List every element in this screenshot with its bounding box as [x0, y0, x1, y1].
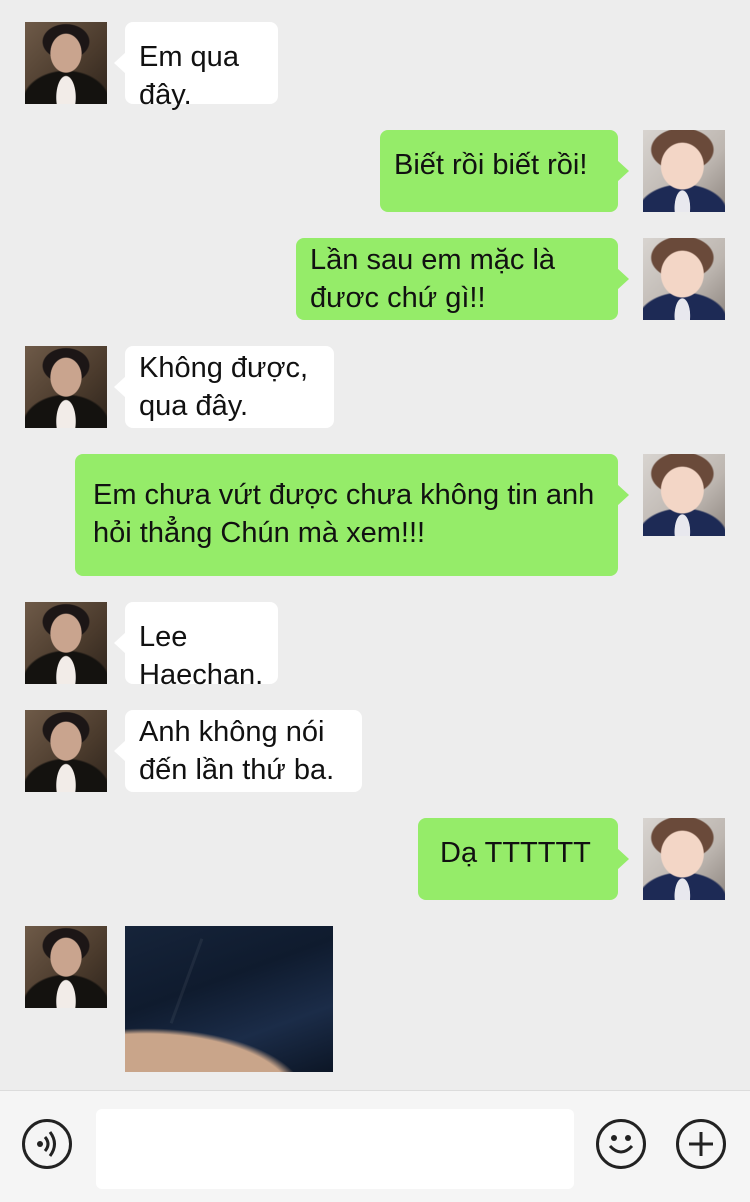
self-avatar[interactable] [643, 454, 725, 536]
image-message[interactable] [125, 926, 333, 1072]
self-avatar[interactable] [643, 238, 725, 320]
incoming-message[interactable]: Em qua đây. [114, 22, 278, 111]
input-bar [0, 1090, 750, 1202]
outgoing-message[interactable]: Biết rồi biết rồi! [380, 130, 629, 212]
contact-avatar[interactable] [25, 710, 107, 792]
outgoing-message[interactable]: Em chưa vứt được chưa không tin anh hỏi … [75, 454, 629, 576]
chat-area: Em qua đây. Biết rồi biết rồi! Lần sau e… [0, 0, 750, 1090]
contact-avatar[interactable] [25, 346, 107, 428]
incoming-message[interactable]: Lee Haechan. [114, 602, 278, 691]
incoming-message[interactable]: Anh không nói đến lần thứ ba. [114, 710, 362, 792]
contact-avatar[interactable] [25, 926, 107, 1008]
outgoing-message[interactable]: Lần sau em mặc là đươc chứ gì!! [296, 238, 629, 320]
self-avatar[interactable] [643, 818, 725, 900]
message-input[interactable] [96, 1109, 574, 1189]
self-avatar[interactable] [643, 130, 725, 212]
incoming-message[interactable]: Không được, qua đây. [114, 346, 334, 428]
voice-icon[interactable] [22, 1119, 72, 1169]
emoji-icon[interactable] [596, 1119, 646, 1169]
outgoing-message[interactable]: Dạ TTTTTT [418, 818, 629, 900]
contact-avatar[interactable] [25, 602, 107, 684]
plus-icon[interactable] [676, 1119, 726, 1169]
contact-avatar[interactable] [25, 22, 107, 104]
